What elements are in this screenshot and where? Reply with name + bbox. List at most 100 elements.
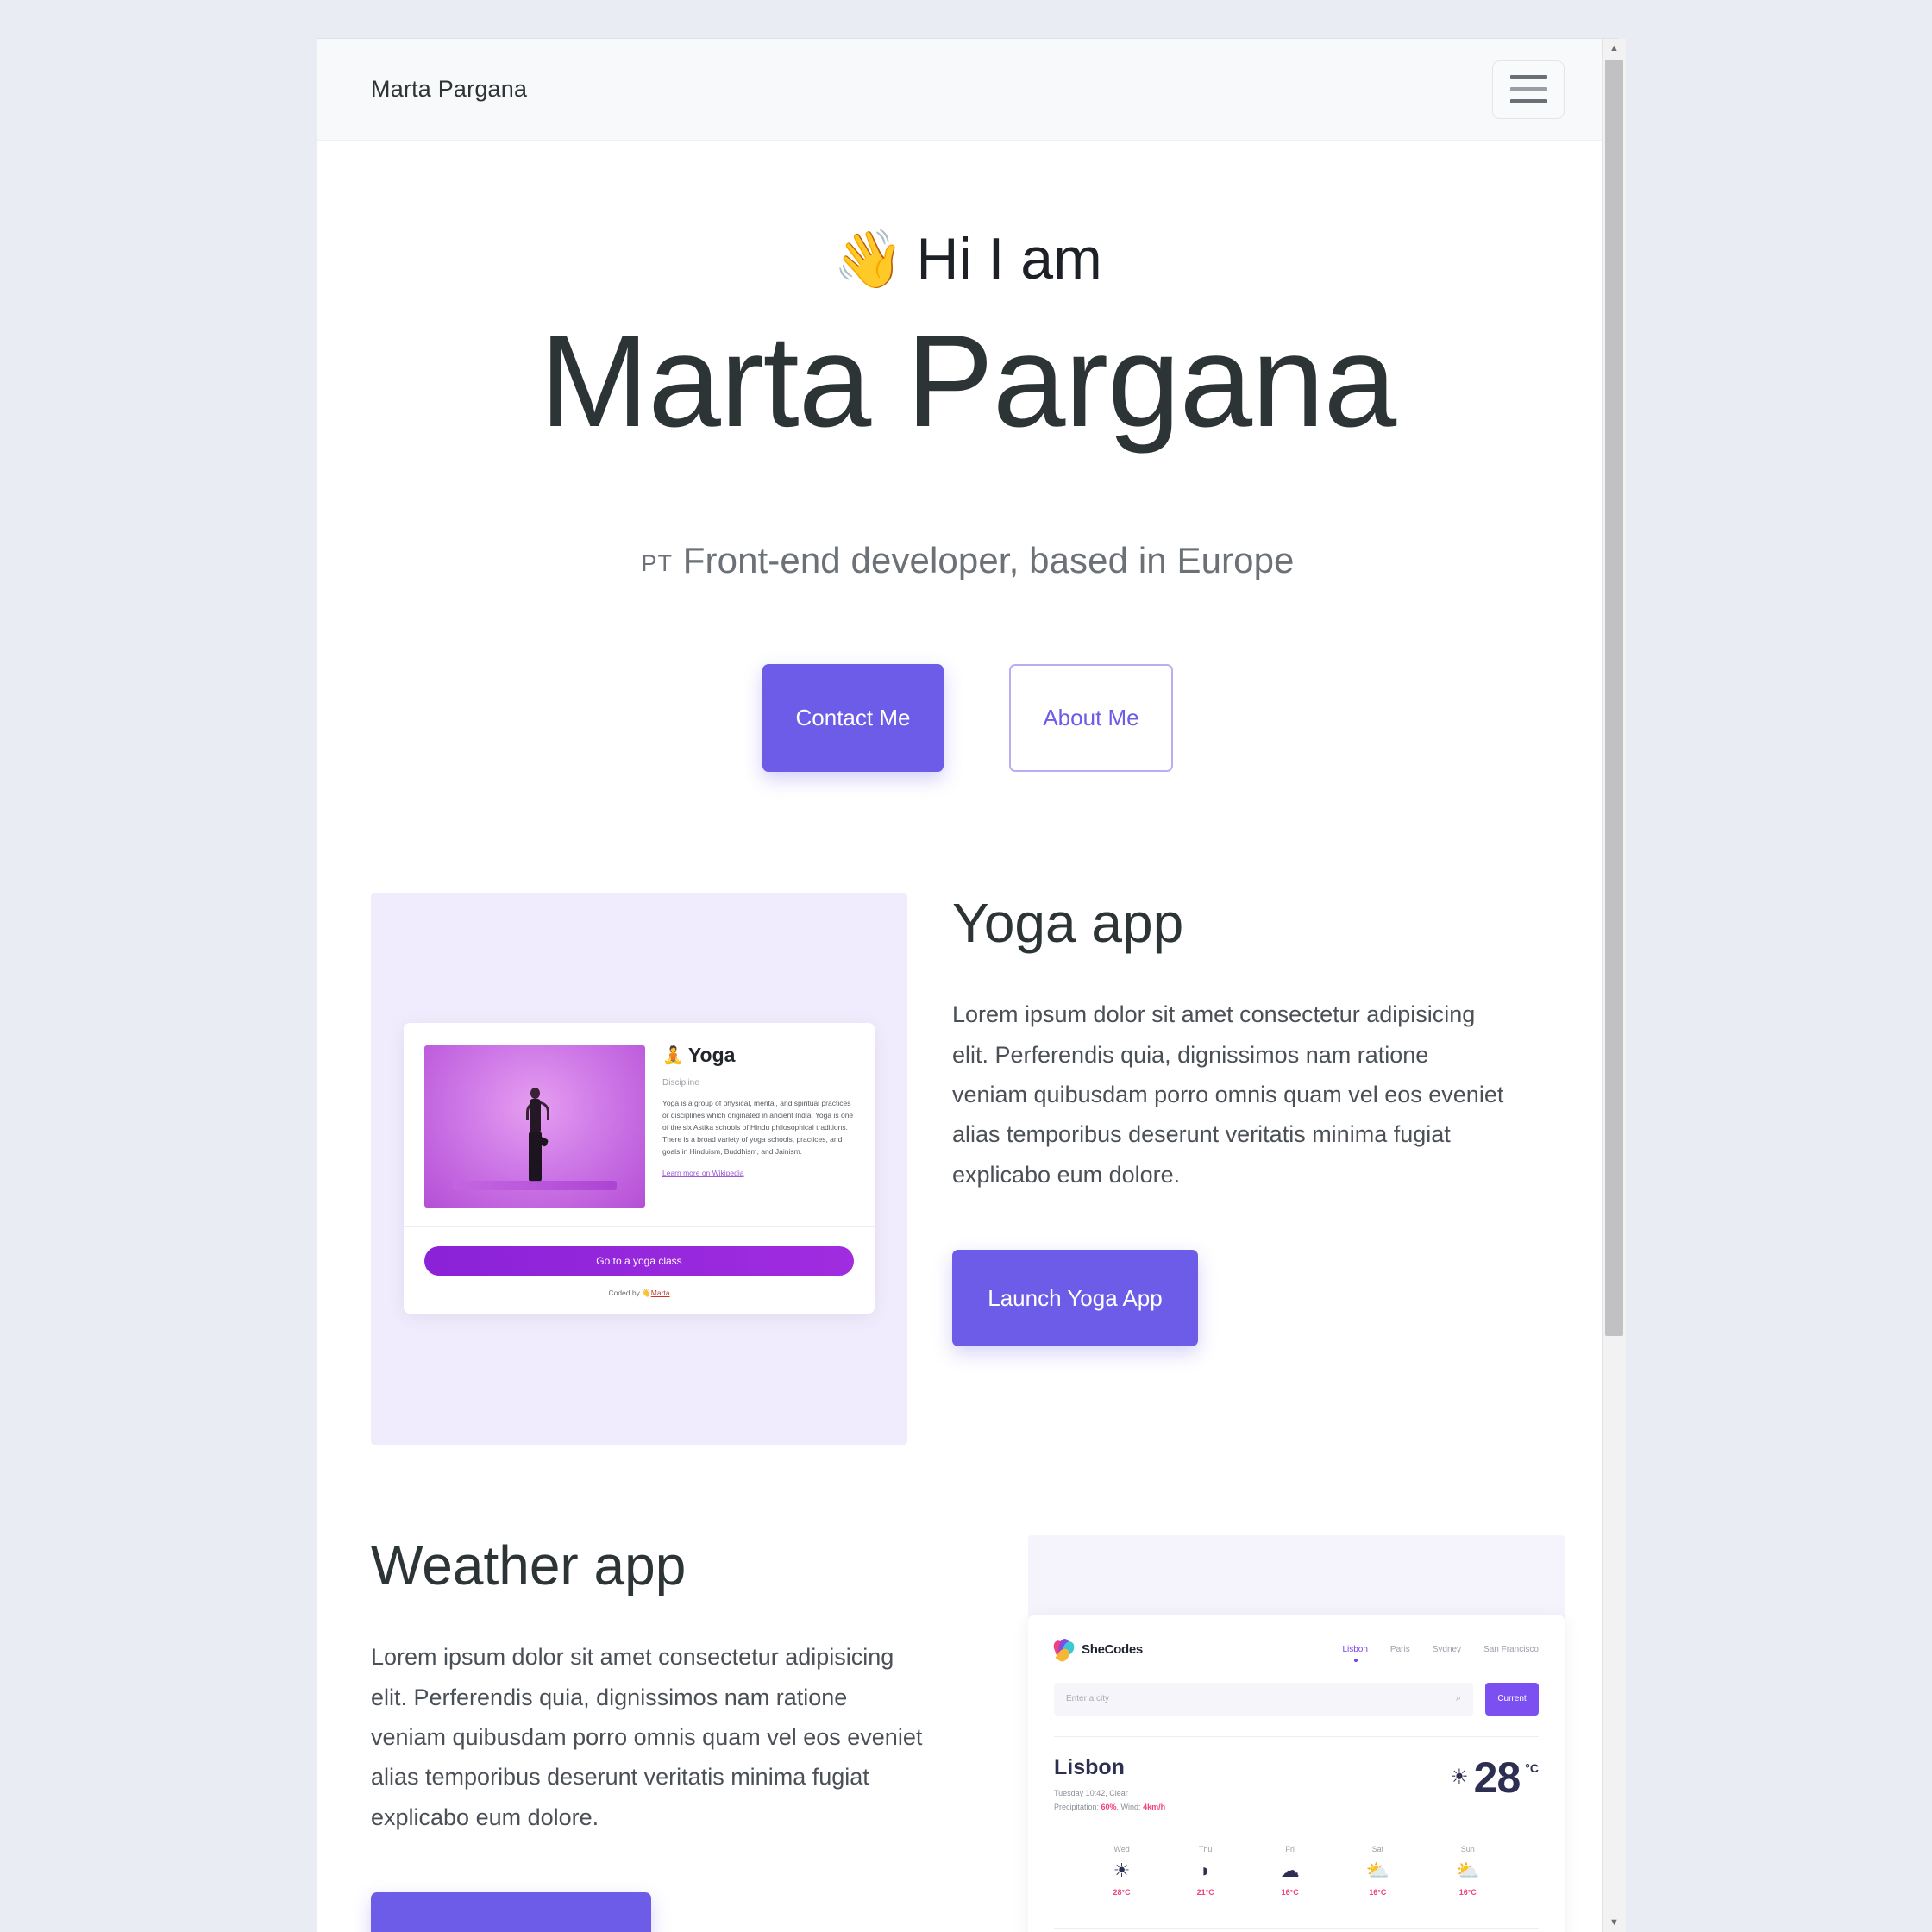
city-search-input[interactable]: Enter a city ⌕ (1054, 1682, 1473, 1716)
yoga-person-icon: 🧘 (662, 1045, 684, 1065)
weather-search-row: Enter a city ⌕ Current (1054, 1682, 1539, 1716)
forecast-day-name: Thu (1198, 1844, 1213, 1854)
forecast-day-name: Wed (1113, 1844, 1130, 1854)
current-location-button[interactable]: Current (1485, 1682, 1539, 1716)
weather-app-mock: SheCodes Lisbon Paris Sydney San Francis… (1028, 1614, 1565, 1932)
weather-wind-value: 4km/h (1143, 1802, 1166, 1811)
browser-viewport: Marta Pargana 👋 Hi I am Marta Pargana PT… (317, 39, 1618, 1932)
weather-precip-value: 60% (1101, 1802, 1117, 1811)
yoga-mock-title: 🧘 Yoga (662, 1045, 854, 1065)
weather-nav-san-francisco[interactable]: San Francisco (1484, 1645, 1539, 1654)
country-code-label: PT (641, 549, 673, 576)
weather-city-block: Lisbon Tuesday 10:42, Clear Precipitatio… (1054, 1754, 1165, 1814)
weather-temp-value: 28 (1473, 1753, 1521, 1802)
scrollbar-thumb[interactable] (1605, 60, 1623, 1336)
shecodes-logo: SheCodes (1051, 1637, 1143, 1664)
hero-section: 👋 Hi I am Marta Pargana PT Front-end dev… (317, 141, 1618, 772)
forecast-day: Thu ◗ 21°C (1197, 1845, 1214, 1897)
weather-nav-paris[interactable]: Paris (1390, 1645, 1410, 1654)
yoga-mock-sublabel: Discipline (662, 1078, 699, 1088)
yoga-mock-bottom: Go to a yoga class Coded by 👋Marta (404, 1226, 875, 1314)
weather-forecast: Wed ☀ 28°C Thu ◗ 21°C Fri ☁ 16°C Sat ⛅ 1… (1054, 1845, 1539, 1897)
forecast-day-temp: 16°C (1369, 1887, 1387, 1897)
yoga-copy: Yoga app Lorem ipsum dolor sit amet cons… (907, 891, 1565, 1445)
hamburger-bar-bottom (1509, 99, 1547, 104)
site-navbar: Marta Pargana (317, 39, 1618, 141)
city-search-placeholder: Enter a city (1066, 1694, 1110, 1704)
hero-greeting-text: Hi I am (916, 226, 1102, 292)
page-title: Marta Pargana (539, 307, 1396, 455)
forecast-day-temp: 28°C (1113, 1887, 1131, 1897)
weather-mock-footer: Open-source code, by Matt Delac from She… (1054, 1927, 1539, 1932)
weather-nav-sydney[interactable]: Sydney (1433, 1645, 1461, 1654)
weather-precip-label: Precipitation: (1054, 1802, 1101, 1811)
screen: Marta Pargana 👋 Hi I am Marta Pargana PT… (0, 0, 1932, 1932)
sun-behind-cloud-icon: ⛅ (1365, 1859, 1390, 1881)
weather-mock-nav: Lisbon Paris Sydney San Francisco (1342, 1645, 1539, 1663)
search-icon: ⌕ (1455, 1693, 1461, 1704)
hero-subtitle-text: Front-end developer, based in Europe (682, 539, 1295, 580)
weather-project-body: Lorem ipsum dolor sit amet consectetur a… (371, 1644, 923, 1830)
yoga-project-body: Lorem ipsum dolor sit amet consectetur a… (952, 1001, 1504, 1188)
contact-me-button[interactable]: Contact Me (762, 663, 944, 772)
sun-icon: ☀ (1113, 1859, 1131, 1881)
project-yoga: 🧘 Yoga Discipline Yoga is a group of phy… (371, 891, 1565, 1445)
scroll-down-arrow-icon[interactable]: ▼ (1603, 1913, 1626, 1932)
brand-name[interactable]: Marta Pargana (371, 76, 527, 103)
weather-nav-lisbon[interactable]: Lisbon (1342, 1645, 1368, 1663)
forecast-day-temp: 16°C (1281, 1887, 1299, 1897)
project-weather: Weather app Lorem ipsum dolor sit amet c… (371, 1534, 1565, 1932)
yoga-mat (453, 1180, 617, 1190)
scroll-up-arrow-icon[interactable]: ▲ (1603, 39, 1626, 58)
forecast-day-name: Sat (1371, 1844, 1384, 1854)
weather-datetime: Tuesday 10:42, Clear (1054, 1789, 1128, 1798)
weather-city-name: Lisbon (1054, 1754, 1125, 1779)
about-me-button[interactable]: About Me (1009, 663, 1173, 772)
forecast-day-temp: 16°C (1458, 1887, 1477, 1897)
yoga-mock-top: 🧘 Yoga Discipline Yoga is a group of phy… (404, 1023, 875, 1226)
cloud-icon: ☁ (1280, 1859, 1300, 1881)
hero-greeting: 👋 Hi I am (317, 227, 1618, 292)
hero-subtitle: PT Front-end developer, based in Europe (317, 540, 1618, 581)
hamburger-bar-middle (1509, 87, 1547, 91)
waving-hand-credit-icon: 👋 (642, 1289, 651, 1298)
forecast-day-name: Fri (1285, 1844, 1295, 1854)
launch-yoga-app-button[interactable]: Launch Yoga App (952, 1250, 1198, 1347)
yoga-mock-title-text: Yoga (687, 1044, 736, 1067)
go-to-yoga-class-button[interactable]: Go to a yoga class (424, 1246, 854, 1276)
yoga-mock-credit: Coded by 👋Marta (424, 1289, 854, 1298)
waving-hand-icon: 👋 (833, 227, 905, 292)
yoga-mock-text: 🧘 Yoga Discipline Yoga is a group of phy… (662, 1045, 854, 1208)
weather-copy: Weather app Lorem ipsum dolor sit amet c… (371, 1534, 1028, 1932)
forecast-day: Wed ☀ 28°C (1113, 1845, 1130, 1897)
weather-project-title: Weather app (371, 1534, 687, 1596)
weather-temp-unit: °C (1525, 1760, 1539, 1775)
hamburger-menu-icon[interactable] (1492, 60, 1565, 119)
forecast-day: Sun ⛅ 16°C (1456, 1845, 1479, 1897)
launch-weather-app-button[interactable]: Launch Weather App (371, 1892, 651, 1932)
yoga-app-mock: 🧘 Yoga Discipline Yoga is a group of phy… (404, 1023, 875, 1314)
forecast-day: Fri ☁ 16°C (1281, 1845, 1300, 1897)
sun-icon: ☀ (1450, 1766, 1469, 1790)
yoga-pose-photo (424, 1045, 645, 1208)
yoga-figure (523, 1088, 549, 1191)
forecast-day-temp: 21°C (1196, 1887, 1214, 1897)
yoga-credit-author[interactable]: Marta (651, 1289, 670, 1297)
shecodes-logo-text: SheCodes (1082, 1642, 1143, 1658)
yoga-project-title: Yoga app (952, 891, 1184, 954)
weather-wind-label: , Wind: (1116, 1802, 1144, 1811)
forecast-day-name: Sun (1460, 1844, 1475, 1854)
yoga-screenshot-frame: 🧘 Yoga Discipline Yoga is a group of phy… (371, 892, 907, 1445)
forecast-day: Sat ⛅ 16°C (1366, 1845, 1389, 1897)
partly-cloudy-icon: ◗ (1199, 1859, 1212, 1881)
weather-divider (1054, 1735, 1539, 1737)
weather-current-row: Lisbon Tuesday 10:42, Clear Precipitatio… (1054, 1754, 1539, 1814)
hamburger-bar-top (1509, 75, 1547, 79)
shecodes-logo-icon (1051, 1637, 1076, 1664)
weather-screenshot-frame: SheCodes Lisbon Paris Sydney San Francis… (1028, 1534, 1565, 1932)
weather-current-temperature: ☀ 28 °C (1450, 1756, 1539, 1799)
weather-meta: Tuesday 10:42, Clear Precipitation: 60%,… (1054, 1787, 1165, 1814)
yoga-wikipedia-link[interactable]: Learn more on Wikipedia (662, 1169, 744, 1177)
yoga-mock-paragraph: Yoga is a group of physical, mental, and… (662, 1099, 854, 1157)
vertical-scrollbar[interactable]: ▲ ▼ (1602, 39, 1626, 1932)
